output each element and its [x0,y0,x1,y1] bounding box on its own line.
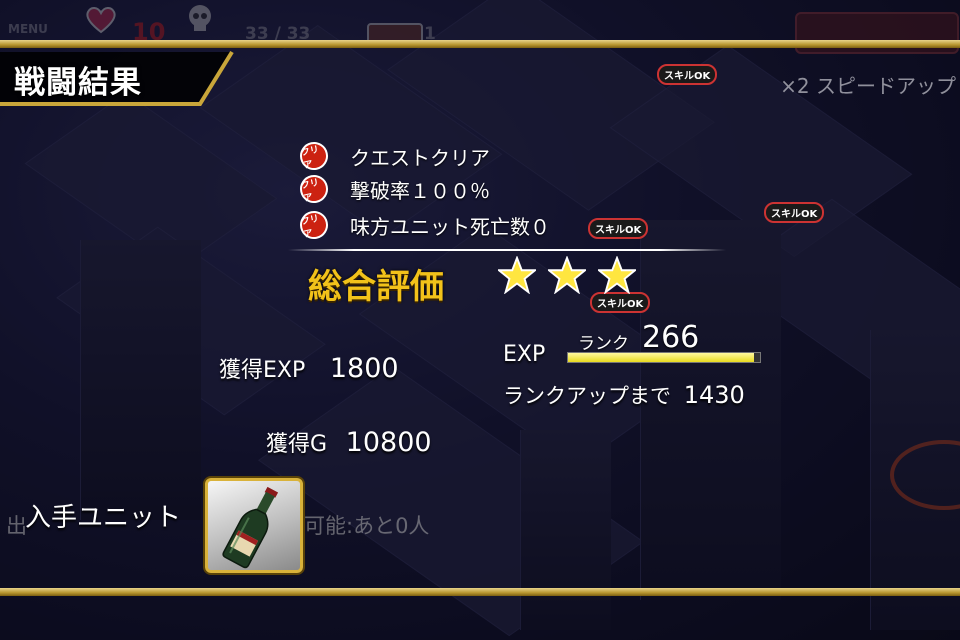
condition-label: クエストクリア [350,145,490,170]
condition-row: クリア 味方ユニット死亡数０ [297,208,550,242]
background-text: 出 [6,514,27,538]
top-gold-band [0,40,960,48]
rank-up-label: ランクアップまで [503,384,671,408]
clear-stamp-icon: クリア [297,139,331,173]
skill-ok-bubble: スキルOK [764,202,825,223]
skill-ok-bubble: スキルOK [657,64,718,85]
rank-up-remaining: ランクアップまで 1430 [503,380,745,410]
wine-bottle-icon [222,486,279,569]
skill-ok-bubble: スキルOK [588,218,649,239]
bottom-gold-band [0,588,960,596]
earned-exp-value: 1800 [329,353,399,384]
earned-exp: 獲得EXP 1800 [219,352,399,384]
condition-row: クリア クエストクリア [297,139,490,173]
exp-bar-label: EXP [503,342,546,367]
clear-stamp-icon: クリア [297,172,331,206]
condition-label: 味方ユニット死亡数０ [350,214,550,239]
star-icon [598,256,636,294]
acquired-unit-card[interactable] [205,478,303,573]
earned-gold: 獲得G 10800 [266,426,432,458]
star-icon [548,256,586,294]
clear-stamp-icon: クリア [297,208,331,242]
speed-up-label[interactable]: ×2 スピードアップ [780,70,956,99]
acquired-unit-label: 入手ユニット [25,503,182,533]
condition-row: クリア 撃破率１００％ [297,172,490,206]
earned-gold-label: 獲得G [266,432,328,457]
earned-gold-value: 10800 [345,427,432,458]
divider [288,249,726,251]
rating-label: 総合評価 [308,267,444,307]
page-title: 戦闘結果 [14,65,142,101]
skill-ok-bubble: スキルOK [590,292,651,313]
condition-label: 撃破率１００％ [350,178,490,203]
star-icon [498,256,536,294]
exp-progress-bar [567,352,761,363]
rank-up-value: 1430 [683,381,745,409]
earned-exp-label: 獲得EXP [219,358,306,383]
rank-value: 266 [642,320,700,355]
background-text: 可能:あと0人 [304,514,430,538]
rank-label: ランク [578,334,629,354]
exp-progress-fill [568,353,755,362]
